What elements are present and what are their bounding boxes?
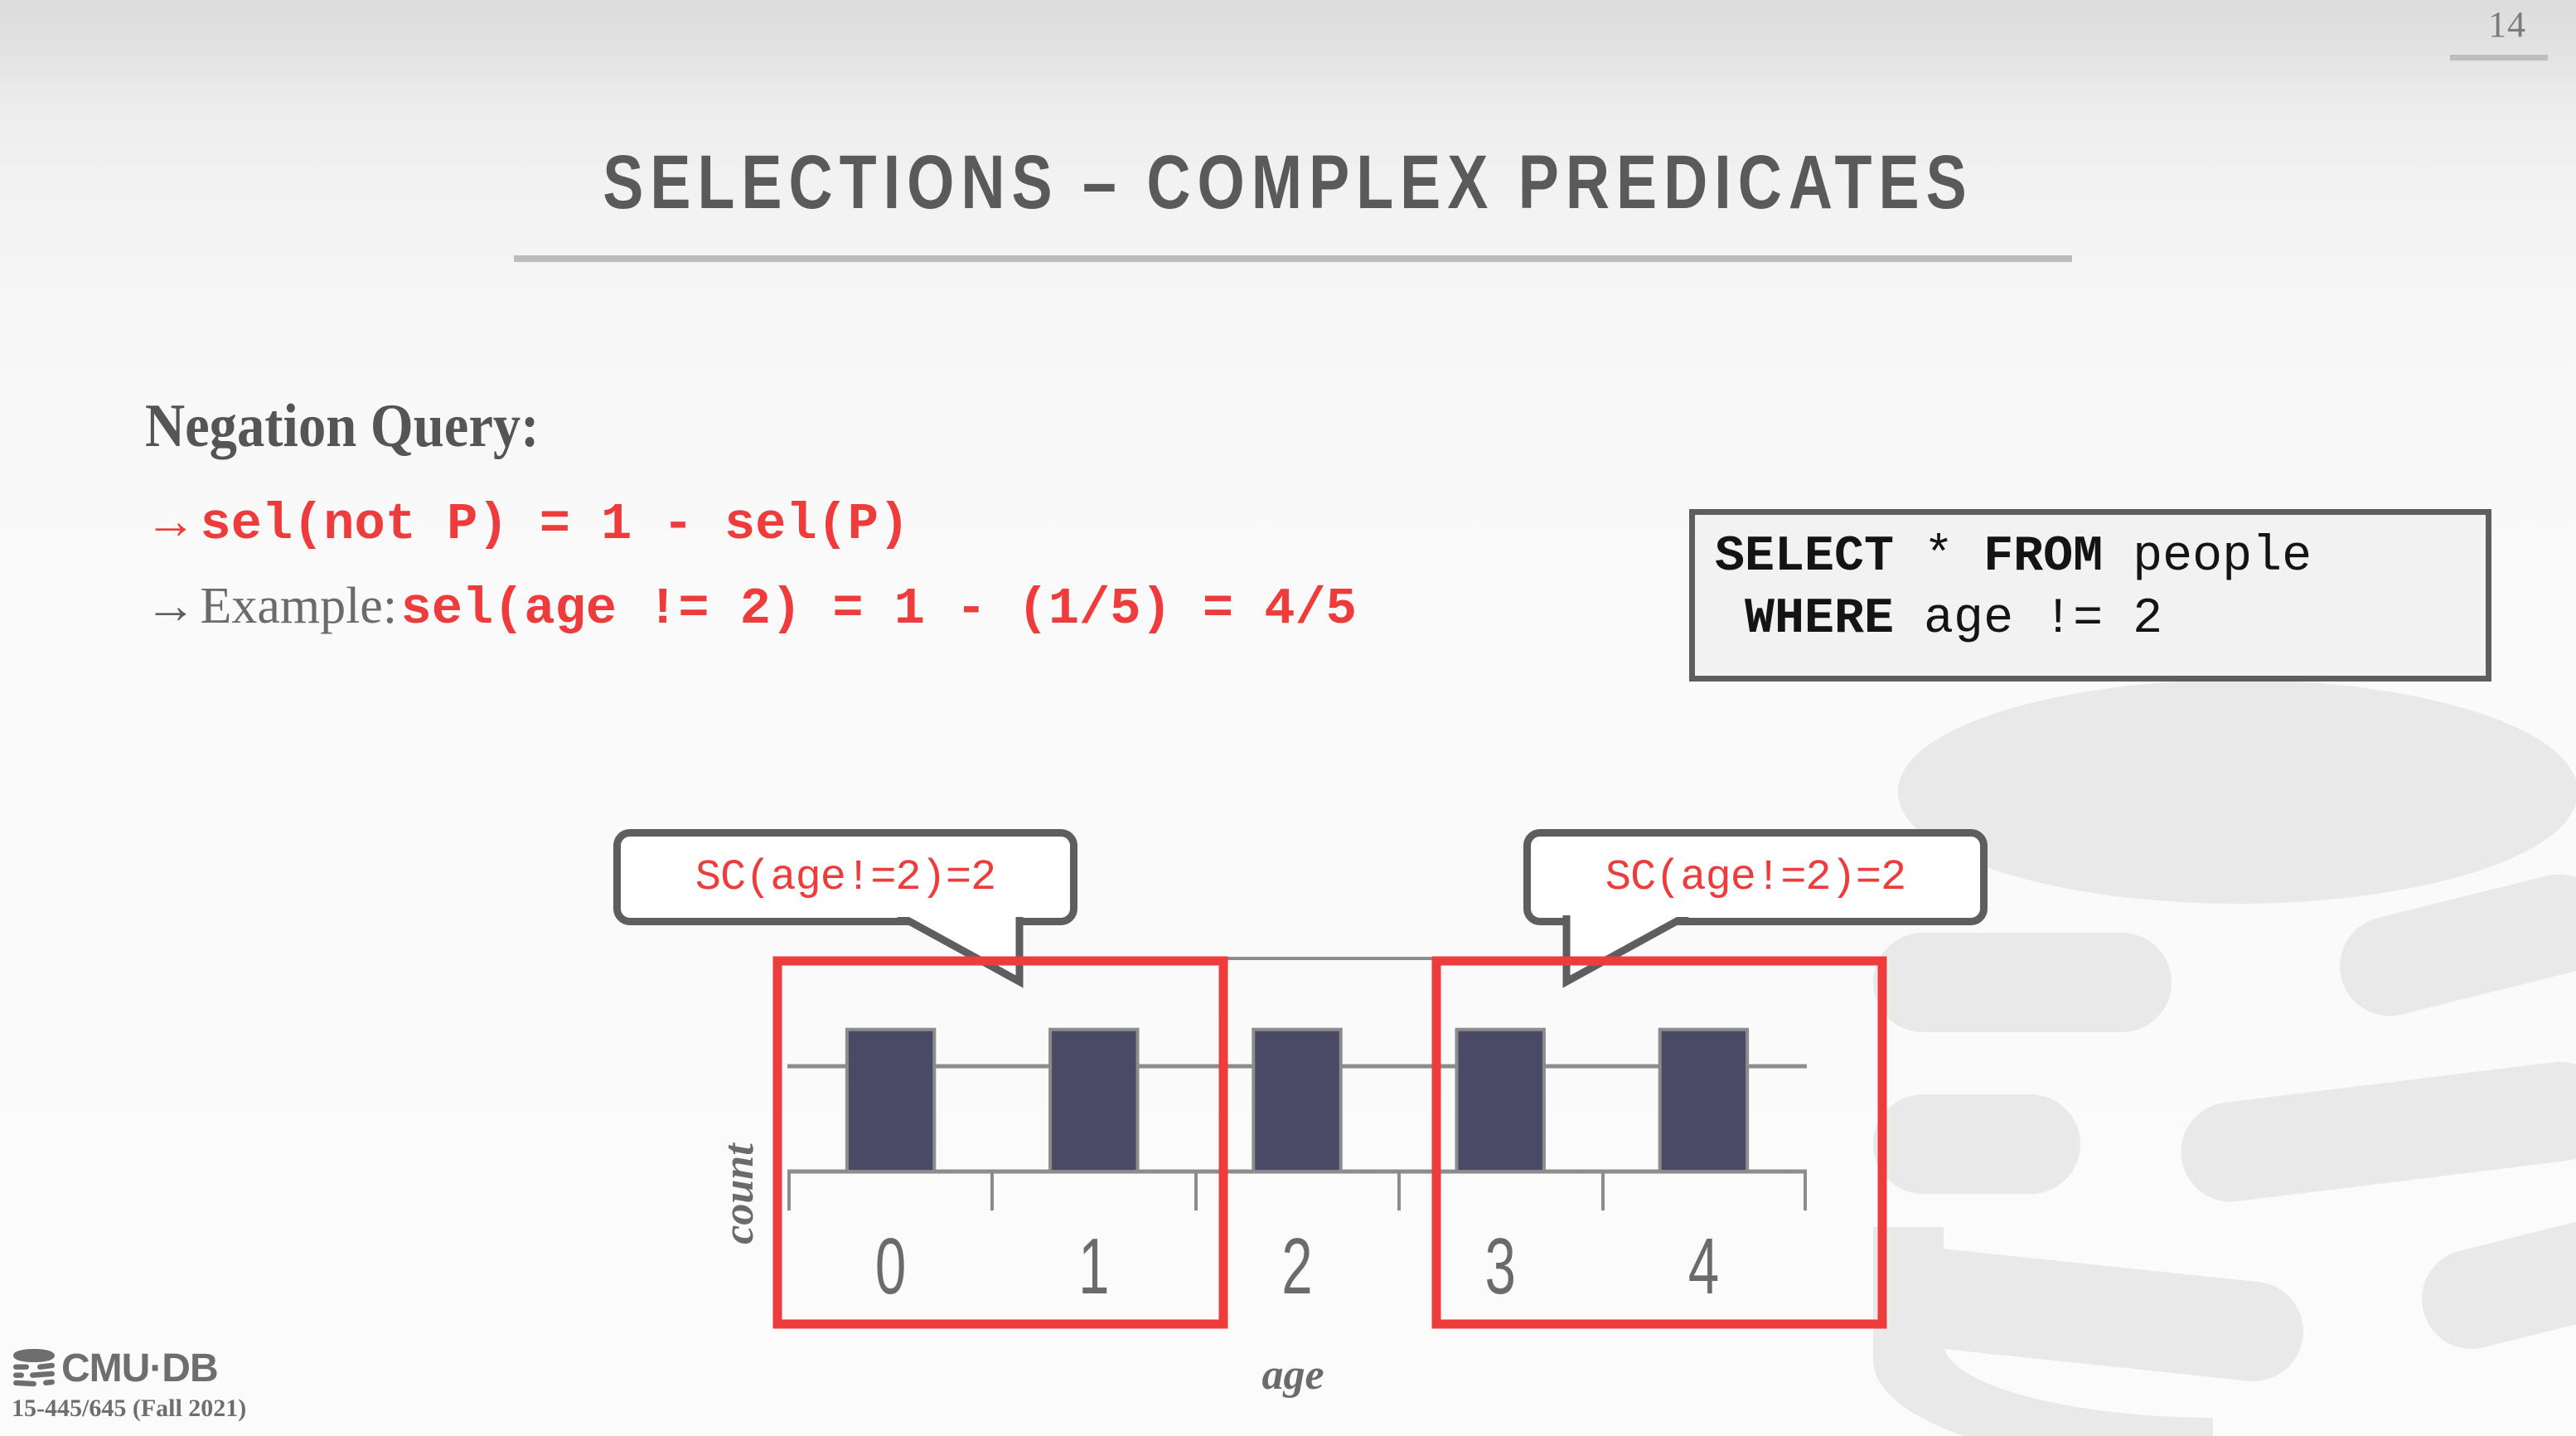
chart-xtick-labels: 0 1 2 3 4 [875, 1221, 1719, 1311]
sql-keyword-from: FROM [1983, 529, 2104, 585]
sql-keyword-where: WHERE [1715, 591, 1895, 648]
chart-bars [845, 1027, 1750, 1173]
histogram-chart: count 0 1 2 3 4 age [715, 956, 1887, 1399]
bullet-example-label: Example: [200, 578, 398, 634]
title-underline [514, 255, 2072, 262]
chart-bar [845, 1027, 937, 1173]
callout-left-text: SC(age!=2)=2 [695, 852, 996, 902]
callout-bubble-right: SC(age!=2)=2 [1523, 829, 1988, 925]
bullet-item-formula: → sel(not P) = 1 - sel(P) [145, 496, 909, 551]
chart-xticks [787, 1172, 1807, 1210]
chart-bar [1048, 1027, 1140, 1173]
bullet-item-example: → Example: sel(age != 2) = 1 - (1/5) = 4… [145, 580, 1357, 635]
section-heading: Negation Query: [145, 392, 540, 460]
chart-xtick-label: 2 [1281, 1221, 1312, 1311]
slide-canvas: 14 SELECTIONS – COMPLEX PREDICATES Negat… [0, 0, 2576, 1436]
chart-xlabel: age [1261, 1351, 1324, 1399]
cmudb-logo: CMU·DB [12, 1348, 246, 1390]
sql-table-name: people [2103, 529, 2312, 585]
sql-query-text: SELECT * FROM people WHERE age != 2 [1695, 515, 2486, 651]
chart-bar [1455, 1027, 1546, 1173]
sql-star: * [1894, 529, 1984, 585]
chart-xtick-label: 0 [875, 1221, 906, 1311]
chart-xtick-label: 3 [1485, 1221, 1516, 1311]
sql-keyword-select: SELECT [1715, 529, 1895, 585]
callout-bubble-left: SC(age!=2)=2 [613, 829, 1077, 925]
bullet-formula-code: sel(not P) = 1 - sel(P) [200, 495, 910, 554]
chart-xtick-label: 4 [1688, 1221, 1719, 1311]
callout-right-text: SC(age!=2)=2 [1605, 852, 1906, 902]
course-label: 15-445/645 (Fall 2021) [12, 1395, 247, 1422]
chart-xtick-label: 1 [1078, 1221, 1109, 1311]
chart-bar [1252, 1027, 1343, 1173]
chart-ylabel: count [715, 1142, 763, 1244]
selection-box-left [772, 956, 1228, 1329]
sql-where-clause: age != 2 [1894, 591, 2163, 648]
arrow-icon: → [145, 578, 196, 634]
chart-bar [1658, 1027, 1750, 1173]
arrow-icon: → [145, 493, 196, 550]
page-number-rule [2450, 55, 2548, 61]
footer-branding: CMU·DB 15-445/645 (Fall 2021) [12, 1348, 246, 1423]
database-cylinder-icon [13, 1349, 55, 1387]
page-number: 14 [2488, 4, 2526, 45]
sql-query-box: SELECT * FROM people WHERE age != 2 [1689, 509, 2491, 682]
cmudb-wordmark: CMU·DB [61, 1346, 219, 1390]
bullet-example-code: sel(age != 2) = 1 - (1/5) = 4/5 [400, 580, 1357, 638]
page-title: SELECTIONS – COMPLEX PREDICATES [603, 140, 1973, 225]
